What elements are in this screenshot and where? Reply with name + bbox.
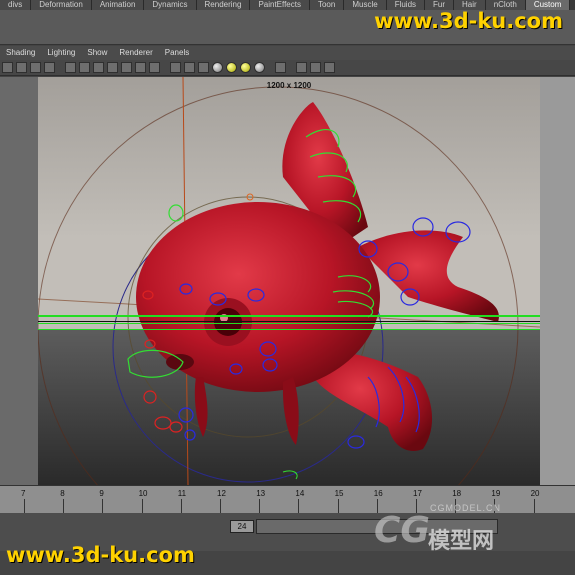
timeline-tick <box>337 499 339 513</box>
field-chart-icon[interactable] <box>121 62 132 73</box>
timeline-tick <box>533 499 535 513</box>
timeline-frame-label: 20 <box>530 489 540 498</box>
shadows-icon[interactable] <box>240 62 251 73</box>
range-start-field[interactable]: 24 <box>230 520 254 533</box>
left-strip <box>0 77 38 485</box>
viewport-scene <box>38 77 540 485</box>
shelf-tab[interactable]: Toon <box>309 0 345 10</box>
hud-icon[interactable] <box>324 62 335 73</box>
timeline-tick <box>259 499 261 513</box>
viewport[interactable]: 1200 x 1200 <box>38 77 540 485</box>
menu-renderer[interactable]: Renderer <box>113 46 158 60</box>
timeline-tick <box>24 499 25 513</box>
menu-shading[interactable]: Shading <box>0 46 41 60</box>
timeline-frame-label: 10 <box>138 489 148 498</box>
camera-attributes-icon[interactable] <box>16 62 27 73</box>
xray-joints-icon[interactable] <box>310 62 321 73</box>
timeline-frame-label: 18 <box>452 489 462 498</box>
safe-action-icon[interactable] <box>135 62 146 73</box>
smooth-shade-icon[interactable] <box>184 62 195 73</box>
shelf-tab[interactable]: PaintEffects <box>250 0 310 10</box>
panel-toolbar <box>0 60 575 76</box>
resolution-gate-icon[interactable] <box>93 62 104 73</box>
timeline-frame-label: 16 <box>373 489 383 498</box>
timeline-frame-label: 7 <box>21 489 26 498</box>
timeline-tick <box>298 499 300 513</box>
safe-title-icon[interactable] <box>149 62 160 73</box>
xray-icon[interactable] <box>275 62 286 73</box>
selected-light-icon[interactable] <box>254 62 265 73</box>
timeline-frame-label: 15 <box>334 489 344 498</box>
shelf-tab[interactable]: Deformation <box>31 0 92 10</box>
gate-mask-icon[interactable] <box>107 62 118 73</box>
select-camera-icon[interactable] <box>2 62 13 73</box>
shelf-tab[interactable]: Dynamics <box>144 0 197 10</box>
timeline-frame-label: 11 <box>177 489 187 498</box>
watermark-bottom: www.3d-ku.com <box>6 543 195 567</box>
shelf-tab[interactable]: Animation <box>91 0 145 10</box>
timeline-frame-label: 14 <box>295 489 305 498</box>
right-strip <box>540 77 575 485</box>
timeline-tick <box>180 499 182 513</box>
textured-icon[interactable] <box>198 62 209 73</box>
timeline-frame-label: 17 <box>413 489 422 498</box>
cg-logo-mark: CG <box>374 510 430 551</box>
bookmark-icon[interactable] <box>30 62 41 73</box>
menu-show[interactable]: Show <box>81 46 113 60</box>
watermark-top: www.3d-ku.com <box>374 9 563 33</box>
menu-panels[interactable]: Panels <box>159 46 195 60</box>
menu-lighting[interactable]: Lighting <box>41 46 81 60</box>
film-gate-icon[interactable] <box>79 62 90 73</box>
timeline-tick <box>220 499 221 513</box>
resolution-gate-label: 1200 x 1200 <box>266 81 312 90</box>
all-lights-icon[interactable] <box>226 62 237 73</box>
timeline-frame-label: 9 <box>99 489 104 498</box>
timeline-frame-label: 12 <box>217 489 226 498</box>
cg-logo-main: 模型网 <box>428 528 495 553</box>
timeline-tick <box>63 499 65 513</box>
panel-menu-bar: Shading Lighting Show Renderer Panels <box>0 46 575 60</box>
timeline-tick <box>141 499 143 513</box>
timeline-frame-label: 13 <box>256 489 266 498</box>
shelf-tab[interactable]: divs <box>0 0 32 10</box>
image-plane-icon[interactable] <box>44 62 55 73</box>
cg-logo-sub: CGMODEL.CN <box>430 503 502 513</box>
isolate-select-icon[interactable] <box>296 62 307 73</box>
timeline-frame-label: 8 <box>60 489 65 498</box>
shelf-tab[interactable]: Rendering <box>196 0 251 10</box>
default-light-icon[interactable] <box>212 62 223 73</box>
grid-icon[interactable] <box>65 62 76 73</box>
wireframe-icon[interactable] <box>170 62 181 73</box>
timeline-frame-label: 19 <box>491 489 501 498</box>
timeline-tick <box>102 499 104 513</box>
